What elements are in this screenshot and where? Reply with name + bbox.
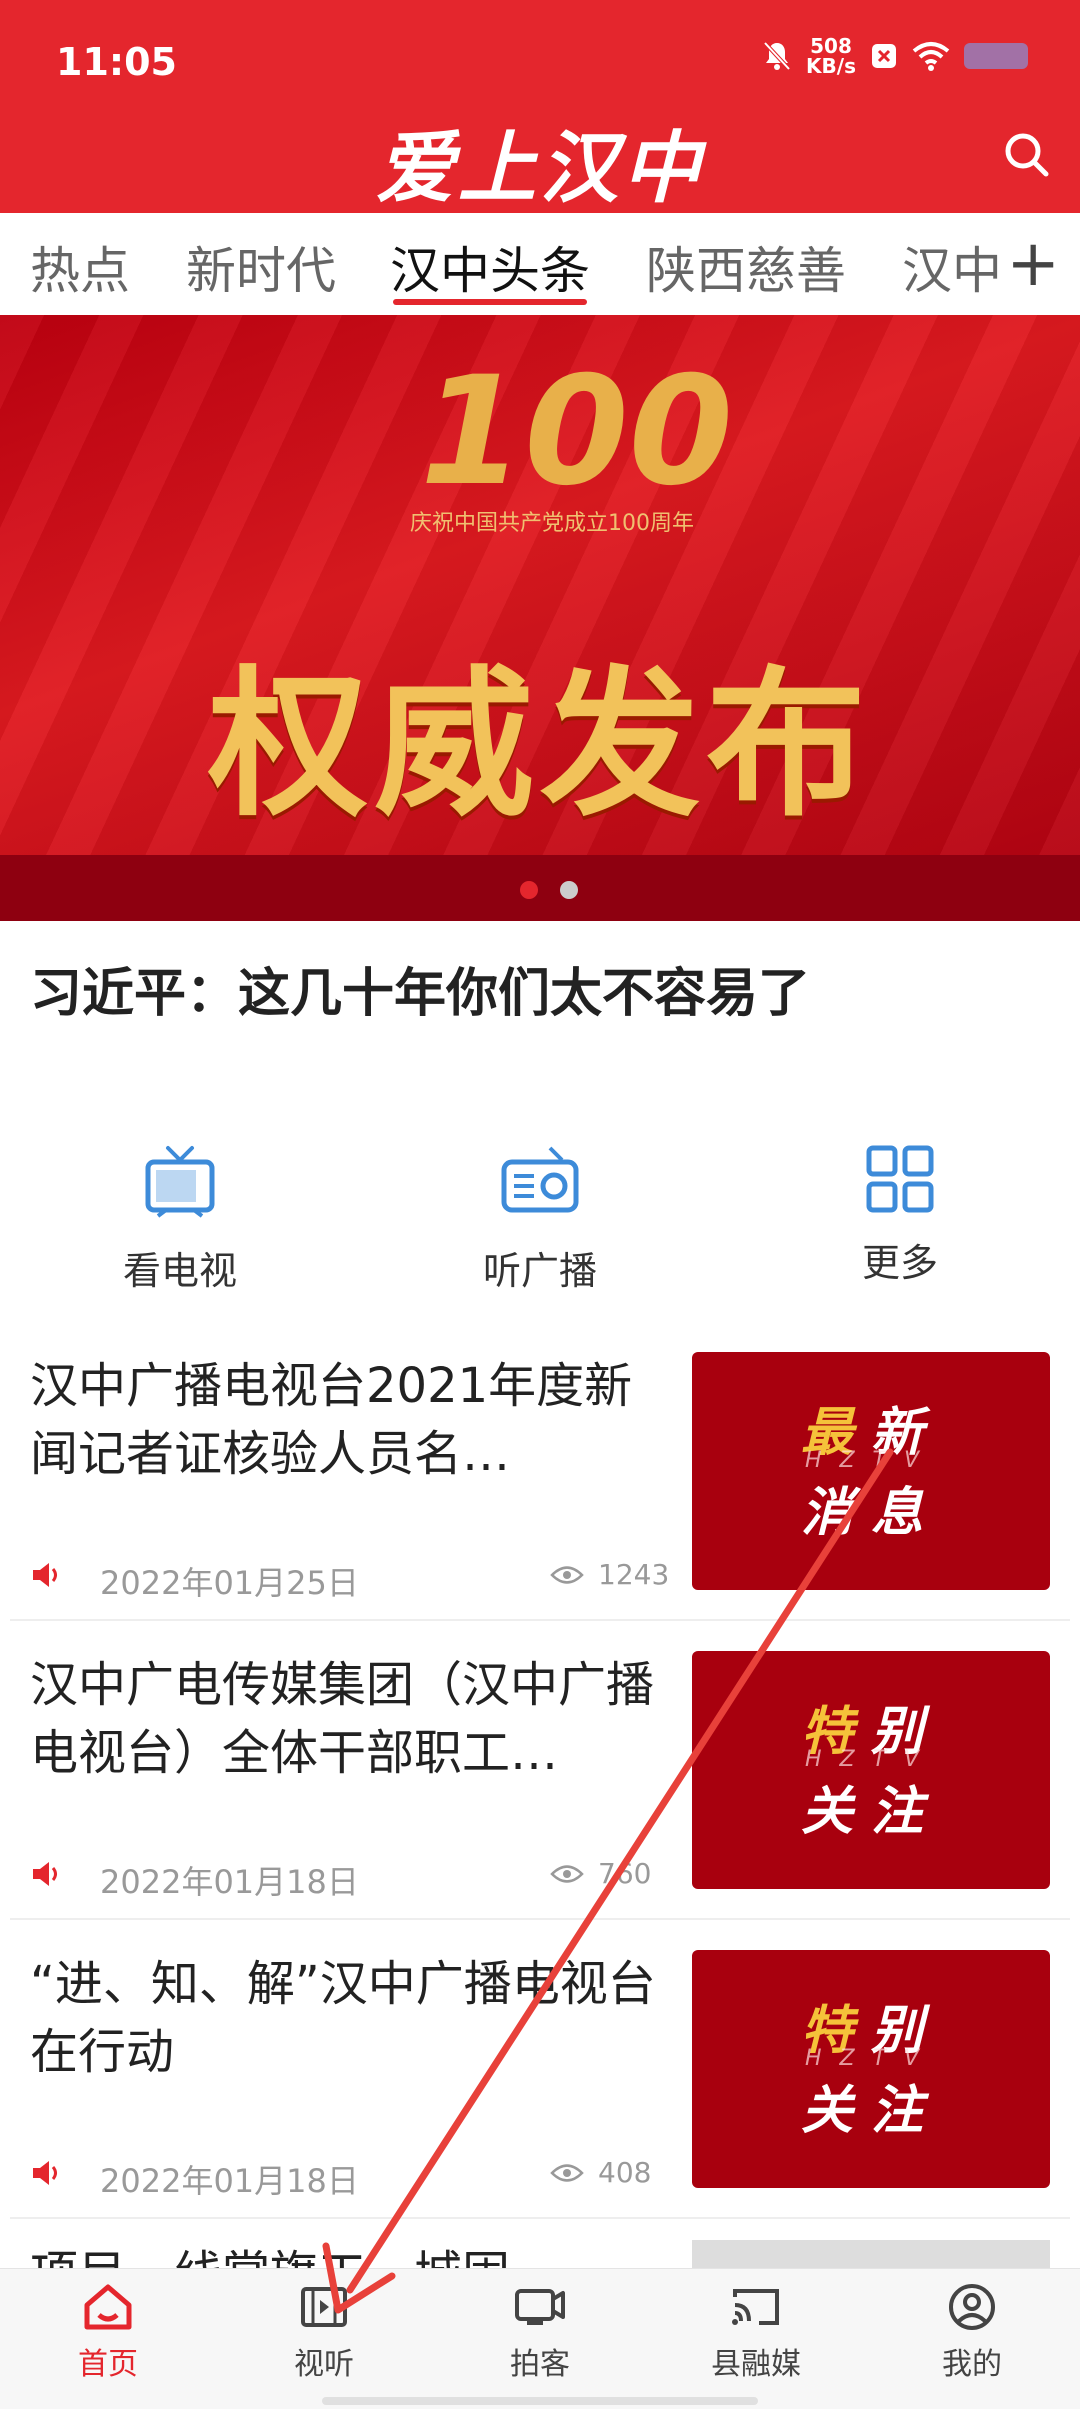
banner-title: 权威发布	[207, 651, 872, 838]
tab-hanzhong-headlines[interactable]: 汉中头条	[390, 231, 590, 303]
quick-menu: 看电视 听广播 更多	[0, 1104, 1080, 1323]
news-title: 汉中广播电视台2021年度新闻记者证核验人员名…	[30, 1358, 633, 1482]
views-icon	[550, 1865, 584, 1883]
active-tab-indicator	[393, 299, 587, 305]
tab-shaanxi-charity[interactable]: 陕西慈善	[646, 231, 846, 303]
app-logo: 爱上汉中	[375, 123, 704, 214]
more-button[interactable]: 更多	[790, 1144, 1010, 1287]
carousel-dot-active[interactable]	[520, 881, 538, 899]
app-notify-icon	[872, 44, 896, 68]
cast-icon	[732, 2289, 779, 2325]
app-header: 11:05 508 KB/s 爱上汉中	[0, 0, 1080, 214]
nav-home[interactable]: 首页	[0, 2283, 216, 2383]
news-views: 1243	[598, 1558, 670, 1591]
nav-media[interactable]: 视听	[216, 2283, 432, 2383]
news-item[interactable]: 汉中广播电视台2021年度新闻记者证核验人员名… 2022年01月25日 124…	[0, 1322, 1080, 1619]
listen-radio-button[interactable]: 听广播	[430, 1144, 650, 1295]
news-views: 760	[598, 1857, 652, 1890]
banner-anniversary-number: 100	[420, 345, 734, 519]
channel-tabs: 热点 新时代 汉中头条 陕西慈善 汉中 +	[0, 213, 1080, 315]
tv-icon	[145, 1146, 215, 1218]
listen-radio-label: 听广播	[482, 1249, 597, 1293]
news-thumbnail: 最新 HZTV 消息	[692, 1352, 1050, 1590]
more-label: 更多	[861, 1241, 938, 1285]
tab-hanzhong[interactable]: 汉中	[902, 231, 1002, 303]
news-item[interactable]: “进、知、解”汉中广播电视台在行动 2022年01月18日 408 特别 HZT…	[0, 1920, 1080, 2217]
gesture-bar	[322, 2397, 758, 2405]
divider	[10, 2217, 1070, 2219]
mute-icon	[763, 41, 791, 71]
banner-footer	[0, 855, 1080, 921]
nav-mine[interactable]: 我的	[864, 2283, 1080, 2383]
camera-icon	[515, 2289, 565, 2325]
nav-paike[interactable]: 拍客	[432, 2283, 648, 2383]
film-icon	[301, 2287, 347, 2327]
carousel-dot[interactable]	[560, 881, 578, 899]
banner-subtitle: 庆祝中国共产党成立100周年	[410, 511, 694, 536]
speaker-icon[interactable]	[30, 2158, 60, 2188]
radio-icon	[501, 1146, 579, 1213]
news-thumbnail: 特别 HZTV 关注	[692, 1950, 1050, 2188]
watch-tv-button[interactable]: 看电视	[70, 1144, 290, 1295]
news-list: 汉中广播电视台2021年度新闻记者证核验人员名… 2022年01月25日 124…	[0, 1322, 1080, 2302]
banner-carousel[interactable]: 100 庆祝中国共产党成立100周年 权威发布	[0, 315, 1080, 921]
net-speed: 508 KB/s	[806, 34, 856, 78]
news-date: 2022年01月25日	[100, 1564, 359, 1602]
banner-headline[interactable]: 习近平：这几十年你们太不容易了	[0, 921, 1080, 1104]
add-channel-button[interactable]: +	[1006, 227, 1060, 301]
news-item[interactable]: 汉中广电传媒集团（汉中广播电视台）全体干部职工… 2022年01月18日 760…	[0, 1621, 1080, 1918]
news-thumbnail: 特别 HZTV 关注	[692, 1651, 1050, 1889]
home-icon	[84, 2284, 132, 2330]
news-date: 2022年01月18日	[100, 2162, 359, 2200]
news-title: “进、知、解”汉中广播电视台在行动	[30, 1956, 656, 2080]
status-time: 11:05	[56, 40, 177, 84]
status-icons: 508 KB/s	[762, 36, 1028, 76]
views-icon	[550, 1566, 584, 1584]
bottom-nav: 首页 视听 拍客 县融媒 我的	[0, 2268, 1080, 2409]
speaker-icon[interactable]	[30, 1859, 60, 1889]
tab-hot[interactable]: 热点	[30, 231, 130, 303]
grid-icon	[866, 1145, 934, 1213]
watch-tv-label: 看电视	[122, 1249, 237, 1293]
banner-headline-text: 习近平：这几十年你们太不容易了	[30, 964, 811, 1024]
views-icon	[550, 2164, 584, 2182]
tab-new-era[interactable]: 新时代	[186, 231, 336, 303]
news-views: 408	[598, 2156, 652, 2189]
search-icon[interactable]	[1002, 130, 1052, 180]
battery-icon	[964, 43, 1028, 69]
user-icon	[949, 2284, 995, 2330]
news-title: 汉中广电传媒集团（汉中广播电视台）全体干部职工…	[30, 1657, 655, 1781]
speaker-icon[interactable]	[30, 1560, 60, 1590]
news-date: 2022年01月18日	[100, 1863, 359, 1901]
wifi-icon	[912, 42, 950, 71]
nav-county-media[interactable]: 县融媒	[648, 2283, 864, 2383]
